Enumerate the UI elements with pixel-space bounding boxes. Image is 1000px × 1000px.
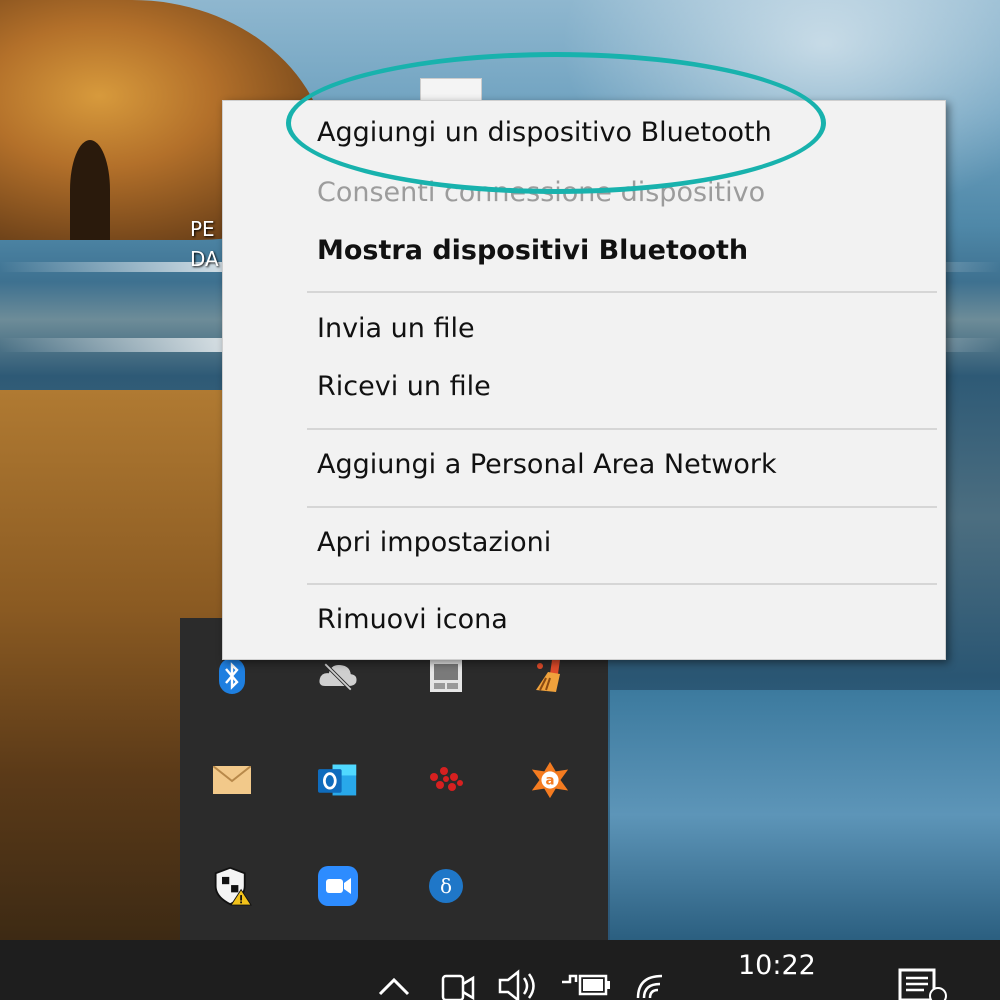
menu-item-join-pan[interactable]: Aggiungi a Personal Area Network (317, 449, 777, 480)
cleaner-icon[interactable] (530, 656, 570, 696)
svg-text:a: a (546, 774, 555, 789)
security-warning-icon[interactable] (212, 866, 252, 906)
menu-separator (307, 291, 937, 293)
menu-item-remove-icon[interactable]: Rimuovi icona (317, 604, 508, 635)
cloud-offline-icon[interactable] (318, 656, 358, 696)
wifi-icon[interactable] (634, 968, 674, 1000)
tablet-icon[interactable] (426, 656, 466, 696)
bluetooth-icon[interactable] (212, 656, 252, 696)
menu-separator (307, 428, 937, 430)
volume-icon[interactable] (496, 968, 544, 1000)
mail-icon[interactable] (212, 760, 252, 800)
highlight-ellipse (286, 52, 826, 194)
avast-icon[interactable]: a (530, 760, 570, 800)
menu-item-receive-file[interactable]: Ricevi un file (317, 371, 491, 402)
red-dots-icon[interactable] (426, 760, 466, 800)
menu-item-open-settings[interactable]: Apri impostazioni (317, 527, 551, 558)
taskbar-clock[interactable]: 10:22 (738, 950, 816, 981)
menu-separator (307, 583, 937, 585)
action-center-icon[interactable] (898, 966, 948, 1000)
battery-charging-icon[interactable] (560, 968, 612, 1000)
desktop-icon-label[interactable]: PE DA (190, 214, 219, 274)
tray-overflow-panel: a δ (180, 618, 608, 940)
show-hidden-icons-chevron-up-icon[interactable] (374, 968, 414, 1000)
menu-item-show-bluetooth-devices[interactable]: Mostra dispositivi Bluetooth (317, 235, 748, 266)
zoom-icon[interactable] (318, 866, 358, 906)
menu-separator (307, 506, 937, 508)
svg-text:δ: δ (440, 874, 452, 898)
delta-icon[interactable]: δ (426, 866, 466, 906)
menu-item-send-file[interactable]: Invia un file (317, 313, 475, 344)
outlook-icon[interactable] (318, 760, 358, 800)
meet-now-icon[interactable] (440, 968, 476, 1000)
